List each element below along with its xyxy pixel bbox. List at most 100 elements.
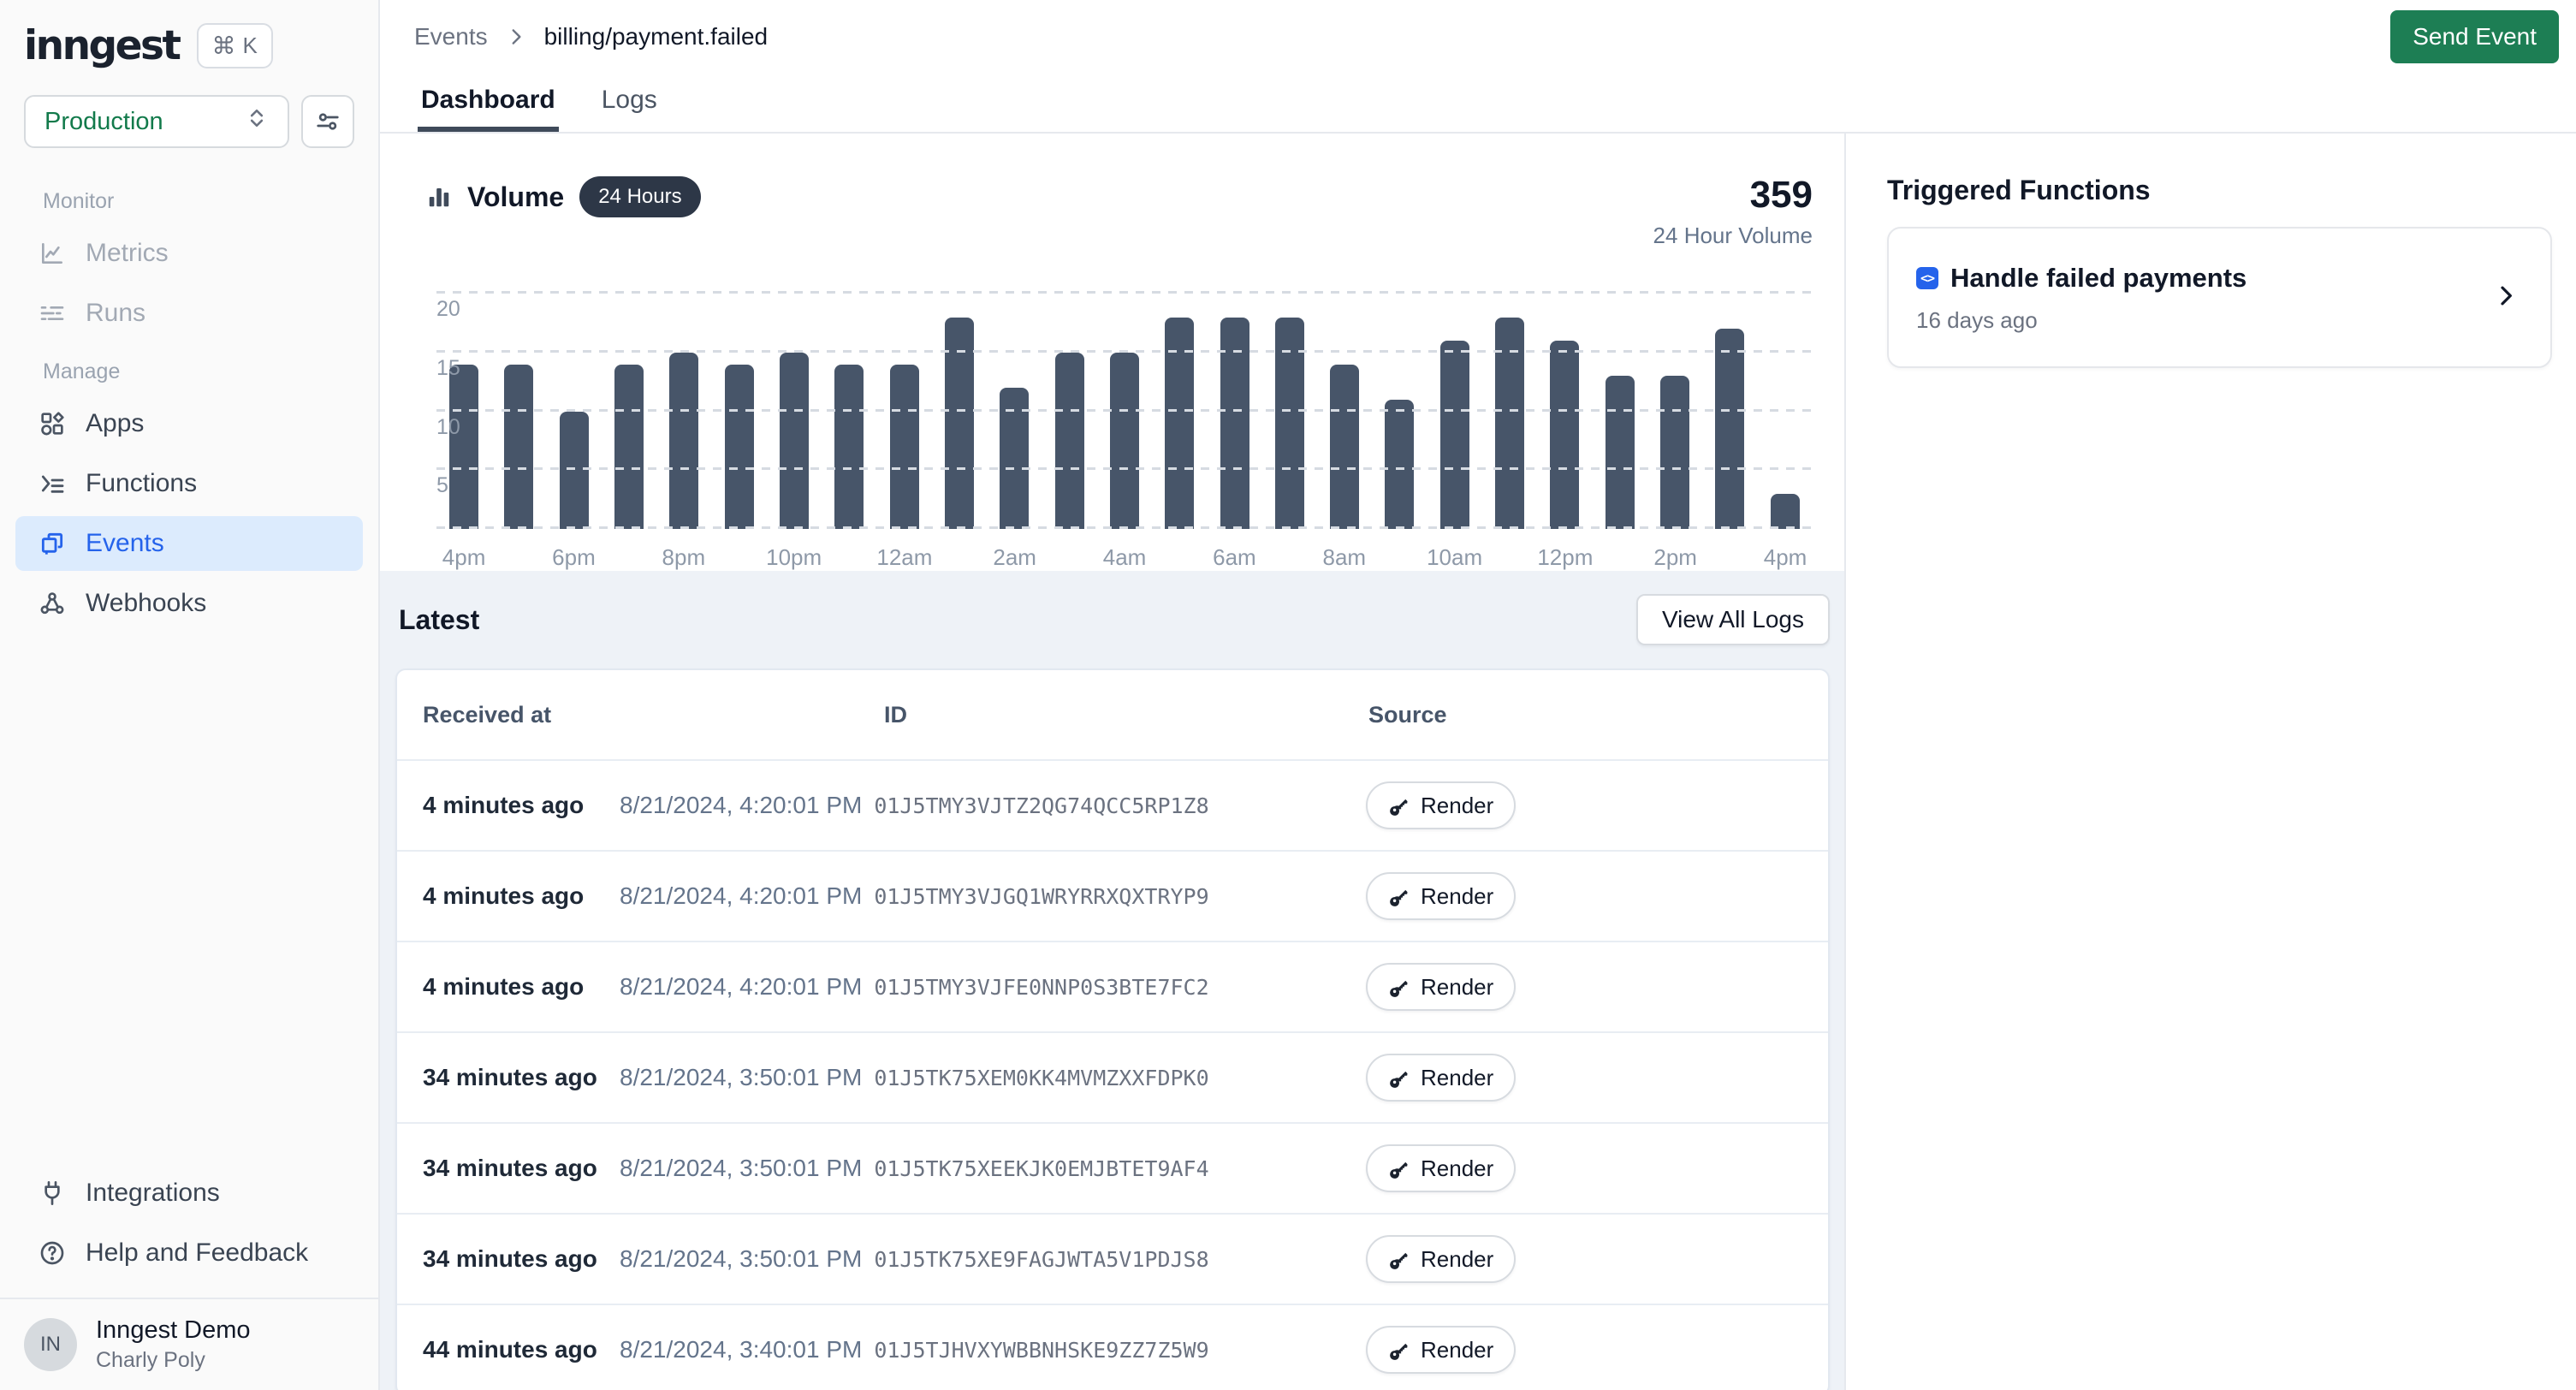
- sidebar-item-integrations[interactable]: Integrations: [15, 1166, 363, 1221]
- volume-bar: [780, 353, 809, 529]
- bar-slot-9pm: [712, 294, 767, 529]
- apps-icon: [38, 409, 67, 438]
- volume-total-caption: 24 Hour Volume: [1653, 223, 1813, 249]
- source-label: Render: [1421, 883, 1493, 910]
- function-card[interactable]: <> Handle failed payments 16 days ago: [1887, 227, 2552, 368]
- x-tick-label: 10pm: [766, 544, 822, 571]
- source-render-button[interactable]: Render: [1366, 1054, 1516, 1102]
- main-shell: Events billing/payment.failed Send Event…: [380, 0, 2576, 1390]
- sidebar-item-runs[interactable]: Runs: [15, 286, 363, 341]
- received-at-relative: 44 minutes ago: [423, 1336, 620, 1363]
- source-render-button[interactable]: Render: [1366, 1144, 1516, 1192]
- table-row[interactable]: 34 minutes ago8/21/2024, 3:50:01 PM01J5T…: [397, 1122, 1828, 1213]
- latest-section: Latest View All Logs Received at ID Sour…: [380, 571, 1844, 1390]
- table-row[interactable]: 4 minutes ago8/21/2024, 4:20:01 PM01J5TM…: [397, 759, 1828, 850]
- table-row[interactable]: 4 minutes ago8/21/2024, 4:20:01 PM01J5TM…: [397, 941, 1828, 1031]
- sidebar-item-label: Runs: [86, 299, 145, 328]
- volume-bar: [834, 365, 864, 530]
- sidebar-spacer: [15, 636, 363, 1166]
- view-all-logs-button[interactable]: View All Logs: [1636, 594, 1830, 645]
- gridline-0: [436, 526, 1813, 529]
- source-render-button[interactable]: Render: [1366, 1235, 1516, 1283]
- source-render-button[interactable]: Render: [1366, 1326, 1516, 1374]
- received-at-timestamp: 8/21/2024, 4:20:01 PM: [620, 792, 862, 819]
- volume-bar: [1220, 318, 1249, 530]
- volume-bar: [1660, 376, 1689, 529]
- key-icon: [1388, 1066, 1410, 1089]
- volume-bar: [1165, 318, 1194, 530]
- sidebar-item-help[interactable]: Help and Feedback: [15, 1226, 363, 1280]
- source-render-button[interactable]: Render: [1366, 781, 1516, 829]
- column-header-id: ID: [884, 702, 1368, 728]
- volume-bar: [669, 353, 698, 529]
- x-tick-label: 8am: [1317, 544, 1372, 571]
- y-tick-label: 20: [436, 297, 474, 323]
- event-id: 01J5TK75XEM0KK4MVMZXXFDPK0: [874, 1066, 1208, 1090]
- x-tick-label: 4pm: [436, 544, 491, 571]
- sidebar-item-apps[interactable]: Apps: [15, 396, 363, 451]
- source-label: Render: [1421, 1337, 1493, 1363]
- received-at-details: 8/21/2024, 4:20:01 PM01J5TMY3VJFE0NNP0S3…: [620, 973, 1366, 1001]
- latest-title: Latest: [399, 604, 479, 636]
- key-icon: [1388, 976, 1410, 998]
- bar-slot-4pm: [1758, 294, 1813, 529]
- volume-bar: [1385, 400, 1414, 529]
- volume-total: 359: [1653, 176, 1813, 214]
- x-tick-label: 12am: [876, 544, 932, 571]
- sidebar-item-functions[interactable]: Functions: [15, 456, 363, 511]
- x-tick-label: [1593, 544, 1647, 571]
- source-render-button[interactable]: Render: [1366, 872, 1516, 920]
- user-info: Inngest Demo Charly Poly: [96, 1316, 251, 1373]
- sidebar-item-events[interactable]: Events: [15, 516, 363, 571]
- source-label: Render: [1421, 1155, 1493, 1182]
- tab-logs[interactable]: Logs: [598, 74, 661, 132]
- x-tick-label: [711, 544, 766, 571]
- sidebar-item-webhooks[interactable]: Webhooks: [15, 576, 363, 631]
- bar-slot-2am: [987, 294, 1042, 529]
- volume-bar: [1330, 365, 1359, 530]
- tab-dashboard[interactable]: Dashboard: [418, 74, 559, 132]
- volume-bar: [725, 365, 754, 530]
- breadcrumb-events-link[interactable]: Events: [414, 23, 488, 50]
- y-tick-label: 5: [436, 473, 474, 499]
- volume-bar: [1440, 341, 1469, 529]
- user-org: Inngest Demo: [96, 1316, 251, 1345]
- volume-bar: [1495, 318, 1524, 530]
- source-label: Render: [1421, 793, 1493, 819]
- key-icon: [1388, 885, 1410, 907]
- chevrons-up-down-icon: [245, 106, 269, 137]
- table-row[interactable]: 34 minutes ago8/21/2024, 3:50:01 PM01J5T…: [397, 1213, 1828, 1304]
- range-badge[interactable]: 24 Hours: [579, 176, 700, 217]
- table-row[interactable]: 44 minutes ago8/21/2024, 3:40:01 PM01J5T…: [397, 1304, 1828, 1390]
- table-row[interactable]: 4 minutes ago8/21/2024, 4:20:01 PM01J5TM…: [397, 850, 1828, 941]
- y-tick-label: 10: [436, 415, 474, 441]
- bar-slot-8pm: [656, 294, 711, 529]
- x-tick-label: 2am: [988, 544, 1042, 571]
- table-row[interactable]: 34 minutes ago8/21/2024, 3:50:01 PM01J5T…: [397, 1031, 1828, 1122]
- chart-title: Volume: [467, 181, 564, 213]
- x-tick-label: 4pm: [1758, 544, 1813, 571]
- source-render-button[interactable]: Render: [1366, 963, 1516, 1011]
- environment-label: Production: [45, 108, 163, 136]
- volume-bar: [504, 365, 533, 530]
- event-id: 01J5TMY3VJGQ1WRYRRXQXTRYP9: [874, 884, 1208, 909]
- command-palette-shortcut[interactable]: ⌘ K: [197, 23, 273, 68]
- table-header-row: Received at ID Source: [397, 670, 1828, 759]
- shortcut-key-label: K: [243, 33, 258, 59]
- gridline-15: [436, 350, 1813, 353]
- events-table: Received at ID Source 4 minutes ago8/21/…: [395, 668, 1830, 1390]
- bar-chart-icon: [426, 184, 452, 210]
- webhooks-icon: [38, 589, 67, 618]
- sidebar-item-label: Help and Feedback: [86, 1239, 308, 1268]
- sidebar-item-metrics[interactable]: Metrics: [15, 226, 363, 281]
- send-event-button[interactable]: Send Event: [2390, 10, 2559, 63]
- source-cell: Render: [1366, 1326, 1828, 1374]
- source-label: Render: [1421, 1065, 1493, 1091]
- received-at-relative: 34 minutes ago: [423, 1064, 620, 1091]
- volume-bar: [560, 412, 589, 530]
- inngest-logo[interactable]: inngest: [24, 22, 180, 69]
- user-menu[interactable]: IN Inngest Demo Charly Poly: [0, 1298, 378, 1390]
- gridline-10: [436, 409, 1813, 412]
- environment-filter-button[interactable]: [301, 95, 354, 148]
- environment-select[interactable]: Production: [24, 95, 289, 148]
